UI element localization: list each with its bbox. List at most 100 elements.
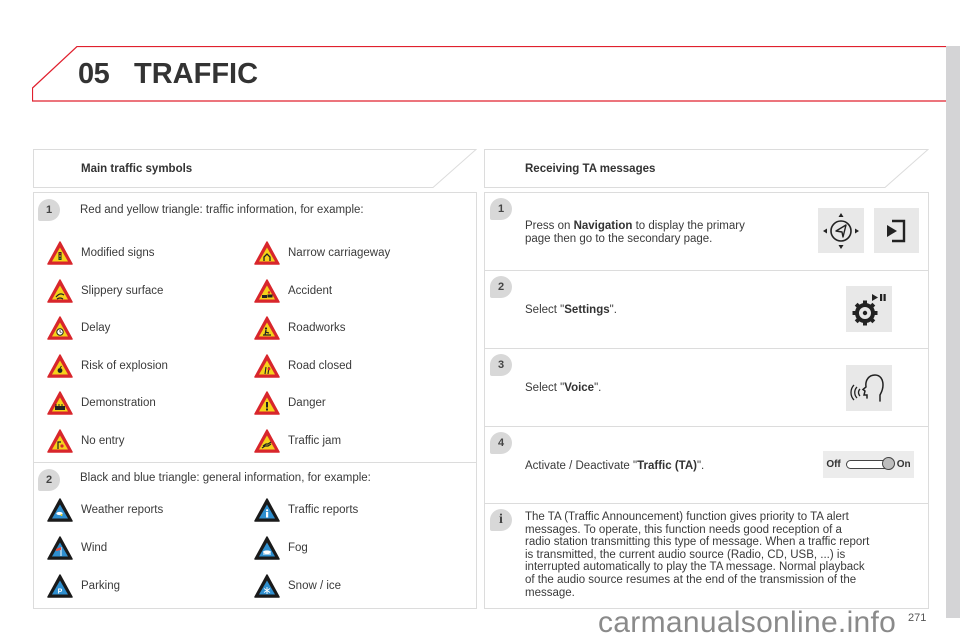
symbol-label: Weather reports: [81, 504, 164, 516]
symbol-item: Wind: [47, 535, 107, 561]
symbol-item: Fog: [254, 535, 308, 561]
symbol-label: No entry: [81, 434, 125, 447]
step-3-text: Select "Voice".: [525, 382, 601, 395]
symbol-item: Slippery surface: [47, 278, 163, 304]
symbol-label: Modified signs: [81, 247, 155, 259]
symbol-item: Traffic jam: [254, 428, 341, 454]
voice-button[interactable]: [846, 365, 892, 411]
symbol-label: Fog: [288, 542, 308, 554]
symbol-label: Slippery surface: [81, 284, 164, 297]
symbol-item: No entry: [47, 428, 124, 454]
symbol-label: Delay: [81, 322, 111, 334]
demonstration-icon: [47, 391, 73, 415]
info-line: is transmitted, the current audio source…: [525, 548, 846, 561]
symbol-label: Traffic jam: [288, 434, 342, 447]
info-badge: i: [490, 509, 512, 531]
snowflake-icon: [254, 574, 280, 598]
section-header-main-traffic-symbols: Main traffic symbols: [33, 149, 477, 189]
section-title: Receiving TA messages: [525, 163, 656, 175]
slippery-car-icon: [47, 278, 73, 303]
navigation-compass-icon: [823, 212, 859, 249]
toggle-off-label: Off: [826, 459, 841, 470]
symbol-label: Accident: [288, 284, 333, 297]
symbol-item: Traffic reports: [254, 497, 358, 523]
symbol-label: Traffic reports: [288, 504, 359, 516]
step-4-text: Activate / Deactivate "Traffic (TA)".: [525, 460, 704, 473]
info-note: The TA (Traffic Announcement) function g…: [525, 511, 869, 599]
divider: [484, 270, 929, 271]
section-header-receiving-ta: Receiving TA messages: [484, 149, 929, 189]
step-text-part: page then go to the secondary page.: [525, 233, 713, 245]
step-text-part: Press on: [525, 220, 574, 232]
symbol-item: Road closed: [254, 353, 352, 379]
symbol-item: Demonstration: [47, 390, 156, 416]
symbol-item: Narrow carriageway: [254, 240, 390, 266]
step-badge: 3: [490, 354, 512, 376]
secondary-page-button[interactable]: [874, 208, 919, 253]
symbol-item: Accident: [254, 278, 332, 304]
symbol-item: Roadworks: [254, 315, 346, 341]
toggle-knob[interactable]: [881, 457, 895, 470]
symbol-label: Demonstration: [81, 397, 156, 409]
divider: [33, 462, 477, 463]
section-title: Main traffic symbols: [81, 163, 193, 175]
divider: [484, 426, 929, 427]
info-line: radio station transmitting this type of …: [525, 536, 870, 549]
traffic-ta-toggle[interactable]: Off On: [823, 451, 914, 478]
windsock-icon: [47, 536, 73, 560]
page-edge-tab: [946, 46, 960, 618]
symbol-item: Delay: [47, 315, 110, 341]
voice-speaking-head-icon: [850, 374, 884, 402]
symbol-item: Modified signs: [47, 240, 155, 266]
step-keyword: Voice: [564, 382, 595, 394]
symbol-label: Parking: [81, 580, 120, 592]
symbol-item: Danger: [254, 390, 326, 416]
toggle-track[interactable]: [845, 457, 895, 470]
step-badge: 1: [38, 199, 60, 221]
step-1-text: Press on Navigation to display the prima…: [525, 220, 745, 246]
navigation-button[interactable]: [818, 208, 864, 253]
symbol-label: Road closed: [288, 359, 352, 372]
symbol-item: Weather reports: [47, 497, 163, 523]
narrow-road-icon: [254, 241, 280, 265]
step-badge: 2: [490, 276, 512, 298]
step-text-part: Select ": [525, 382, 565, 394]
svg-text:P: P: [58, 589, 63, 596]
step-2-text: Select "Settings".: [525, 304, 617, 317]
step-keyword: Traffic (TA): [637, 460, 697, 472]
step-text-part: Activate / Deactivate ": [525, 460, 638, 472]
exclamation-icon: [254, 391, 280, 415]
symbol-label: Danger: [288, 397, 326, 409]
settings-gear-icon: [852, 294, 886, 326]
page-number: 271: [908, 612, 927, 624]
step-text-part: ".: [609, 304, 617, 316]
symbol-item: Snow / ice: [254, 573, 341, 599]
traffic-jam-icon: [254, 428, 280, 453]
step-text-part: ".: [696, 460, 705, 472]
info-line: of the audio source resumes at the end o…: [525, 573, 857, 586]
step-badge: 1: [490, 198, 512, 220]
parking-icon: P: [47, 574, 73, 598]
symbol-item: P Parking: [47, 573, 120, 599]
symbol-label: Snow / ice: [288, 580, 342, 592]
watermark: carmanualsonline.info: [598, 606, 897, 639]
group1-intro: Red and yellow triangle: traffic informa…: [80, 204, 364, 216]
info-line: The TA (Traffic Announcement) function g…: [525, 511, 849, 523]
traffic-light-icon: [47, 241, 73, 265]
step-keyword: Settings: [564, 304, 610, 316]
divider: [484, 348, 929, 349]
fog-icon: [254, 536, 280, 560]
chapter-title: TRAFFIC: [134, 58, 259, 90]
step-text-part: ".: [594, 382, 602, 394]
symbol-label: Roadworks: [288, 322, 346, 334]
weather-icon: [47, 498, 73, 522]
roadworks-icon: [254, 316, 280, 340]
road-closed-icon: [254, 353, 280, 378]
symbol-label: Wind: [81, 542, 108, 554]
step-text-part: Select ": [525, 304, 565, 316]
settings-button[interactable]: [846, 286, 892, 332]
info-line: interrupted automatically to play the TA…: [525, 561, 865, 574]
explosion-icon: [47, 353, 73, 378]
group2-intro: Black and blue triangle: general informa…: [80, 472, 371, 484]
divider: [484, 503, 929, 504]
